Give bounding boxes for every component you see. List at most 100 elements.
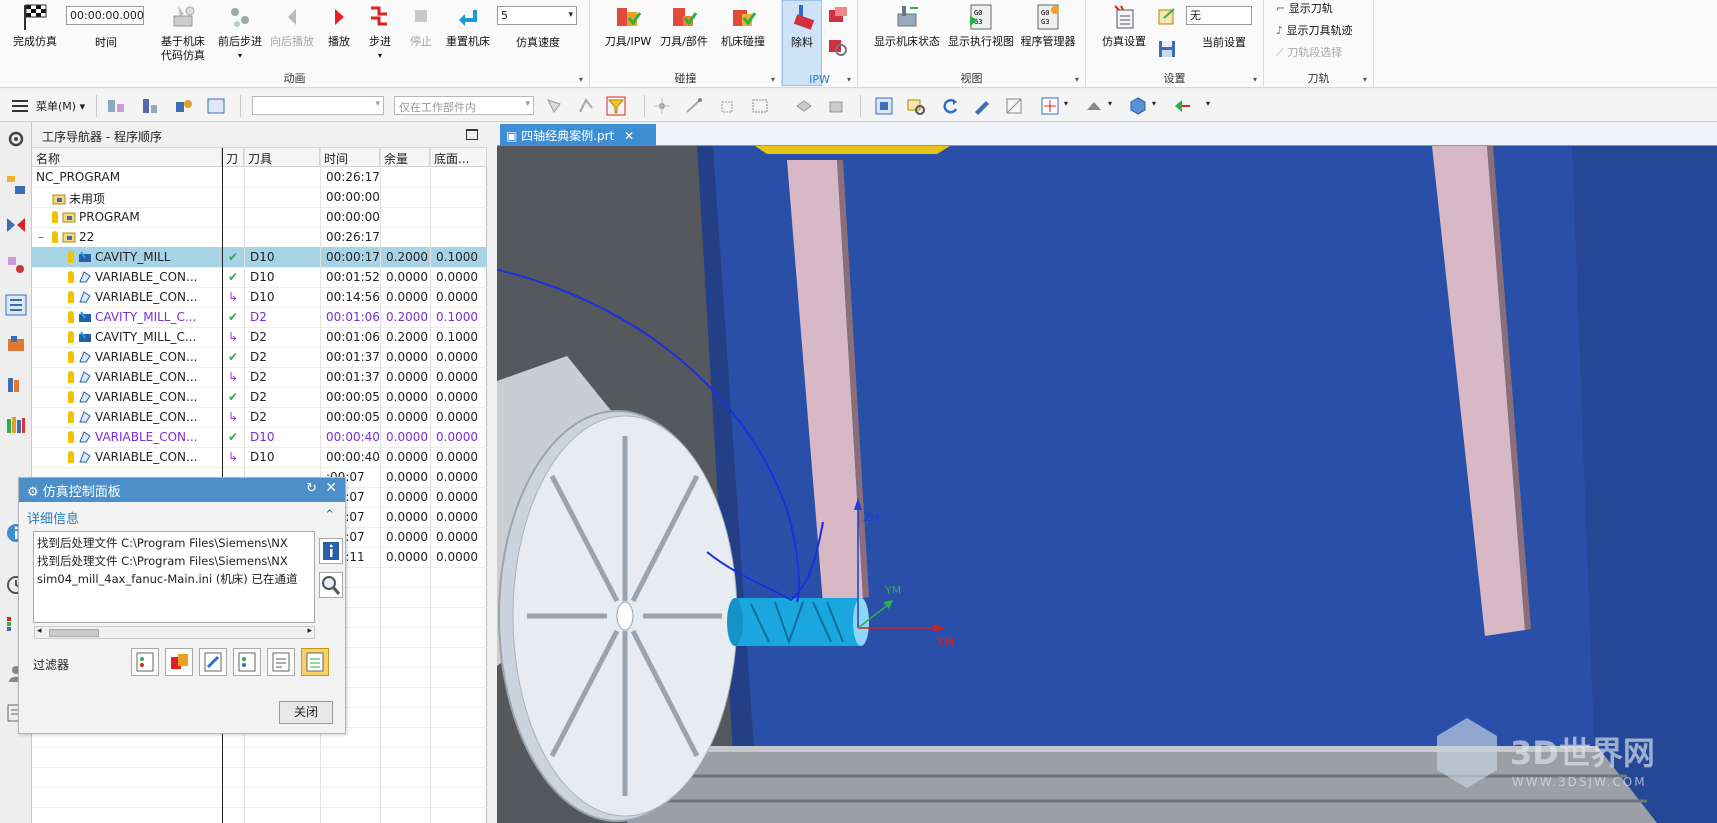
library-icon[interactable] xyxy=(5,374,27,396)
snap-point-icon[interactable] xyxy=(652,96,672,116)
tool-part-button[interactable]: 刀具/部件 xyxy=(658,2,710,49)
geometry-view-icon[interactable] xyxy=(140,96,160,116)
save-icon[interactable] xyxy=(1156,38,1178,60)
col-header-floor[interactable]: 底面... xyxy=(430,148,487,167)
wire-cube-icon[interactable] xyxy=(718,96,738,116)
sim-message-log[interactable]: 找到后处理文件 C:\Program Files\Siemens\NX 找到后处… xyxy=(33,531,315,623)
type-filter-select[interactable]: ▾ xyxy=(252,96,384,115)
render-style-icon[interactable] xyxy=(1084,96,1104,116)
close-icon[interactable]: ✕ xyxy=(325,480,337,496)
graphics-window[interactable]: ZM YM XM 3D世界网 WWW.3DSJW.COM xyxy=(497,146,1717,823)
orient-view-dropdown[interactable]: ▾ xyxy=(1064,99,1068,108)
program-manager-button[interactable]: G0 G3 程序管理器 xyxy=(1018,2,1078,49)
group-collision-more[interactable]: ▾ xyxy=(771,75,775,84)
program-view-icon[interactable] xyxy=(206,96,226,116)
chevron-up-icon[interactable]: ⌃ xyxy=(324,508,335,523)
filter-all-button[interactable] xyxy=(301,648,329,676)
gear-icon[interactable] xyxy=(5,128,27,150)
col-header-time[interactable]: 时间 xyxy=(320,148,380,167)
csys-icon[interactable] xyxy=(1172,96,1192,116)
table-row[interactable]: VARIABLE_CON... ↳ D2 00:00:05 0.0000 0.0000 xyxy=(32,407,487,427)
scroll-left-icon[interactable]: ◂ xyxy=(37,626,42,636)
table-row[interactable]: VARIABLE_CON... ✔ D10 00:01:52 0.0000 0.0000 xyxy=(32,267,487,287)
close-icon[interactable]: ✕ xyxy=(624,129,634,143)
step-dropdown[interactable]: ▾ xyxy=(364,49,396,63)
snap-end-icon[interactable] xyxy=(684,96,704,116)
filter-funnel-icon[interactable] xyxy=(606,96,626,116)
step-button[interactable]: 步进 ▾ xyxy=(364,2,396,63)
machine-scene[interactable]: ZM YM XM 3D世界网 WWW.3DSJW.COM xyxy=(497,146,1717,823)
collapse-icon[interactable]: – xyxy=(38,230,44,244)
orient-view-icon[interactable] xyxy=(1040,96,1060,116)
col-header-tool[interactable]: 刀具 xyxy=(244,148,320,167)
group-settings-more[interactable]: ▾ xyxy=(1253,75,1257,84)
time-field[interactable]: 00:00:00.000 xyxy=(66,6,144,25)
sim-settings-button[interactable]: 仿真设置 xyxy=(1098,2,1150,49)
machine-collision-button[interactable]: 机床碰撞 xyxy=(714,2,772,49)
search-button[interactable] xyxy=(319,572,343,598)
current-setting-field[interactable]: 无 xyxy=(1186,6,1252,25)
back-play-button[interactable]: 向后播放 xyxy=(268,2,316,49)
table-row[interactable]: NC_PROGRAM 00:26:17 xyxy=(32,167,487,187)
toolpath-select-button[interactable]: ⟋ 刀轨段选择 xyxy=(1276,44,1342,60)
table-row[interactable]: VARIABLE_CON... ✔ D2 00:00:05 0.0000 0.0000 xyxy=(32,387,487,407)
play-button[interactable]: 播放 xyxy=(324,2,354,49)
method-view-icon[interactable] xyxy=(174,96,194,116)
speed-select[interactable]: 5 ▾ xyxy=(497,6,577,25)
csys-dropdown[interactable]: ▾ xyxy=(1206,99,1210,108)
filter-nc-button[interactable] xyxy=(267,648,295,676)
constraint-navigator-icon[interactable] xyxy=(5,214,27,236)
step-fwd-back-button[interactable]: 前后步进 ▾ xyxy=(216,2,264,63)
assembly-navigator-icon[interactable] xyxy=(5,174,27,196)
table-row[interactable]: – 22 00:26:17 xyxy=(32,227,487,247)
filter-collision-button[interactable] xyxy=(165,648,193,676)
table-row[interactable]: CAVITY_MILL ✔ D10 00:00:17 0.2000 0.1000 xyxy=(32,247,487,267)
books-icon[interactable] xyxy=(5,414,27,436)
table-row[interactable]: VARIABLE_CON... ↳ D2 00:01:37 0.0000 0.0000 xyxy=(32,367,487,387)
ipw-color-icon[interactable] xyxy=(827,4,849,26)
group-view-more[interactable]: ▾ xyxy=(1075,75,1079,84)
filter-machine-button[interactable] xyxy=(131,648,159,676)
col-header-name[interactable]: 名称 xyxy=(32,148,222,167)
close-button[interactable]: 关闭 xyxy=(279,701,333,724)
select-curve-icon[interactable] xyxy=(576,96,596,116)
menu-icon[interactable] xyxy=(10,96,30,116)
horizontal-scrollbar[interactable]: ◂ ▸ xyxy=(34,626,315,639)
scroll-right-icon[interactable]: ▸ xyxy=(307,626,312,636)
settings-edit-icon[interactable] xyxy=(1156,6,1178,28)
view-cube-icon[interactable] xyxy=(1128,96,1148,116)
filter-program-button[interactable] xyxy=(233,648,261,676)
group-animation-more[interactable]: ▾ xyxy=(579,75,583,84)
finish-simulation-button[interactable]: 完成仿真 xyxy=(8,2,62,49)
part-navigator-icon[interactable] xyxy=(5,254,27,276)
operation-navigator-icon[interactable] xyxy=(5,294,27,316)
solid-body-icon[interactable] xyxy=(826,96,846,116)
ipw-inspect-icon[interactable] xyxy=(827,36,849,58)
stop-button[interactable]: 停止 xyxy=(406,2,436,49)
info-button[interactable] xyxy=(319,538,343,564)
scroll-thumb[interactable] xyxy=(49,629,99,637)
table-row[interactable]: 未用项 00:00:00 xyxy=(32,187,487,207)
scope-filter-select[interactable]: 仅在工作部件内 ▾ xyxy=(394,96,534,115)
table-row[interactable]: VARIABLE_CON... ✔ D2 00:01:37 0.0000 0.0000 xyxy=(32,347,487,367)
table-row[interactable]: VARIABLE_CON... ↳ D10 00:00:40 0.0000 0.0000 xyxy=(32,447,487,467)
table-row[interactable]: VARIABLE_CON... ↳ D10 00:14:56 0.0000 0.0000 xyxy=(32,287,487,307)
filter-tool-button[interactable] xyxy=(199,648,227,676)
pan-icon[interactable] xyxy=(972,96,992,116)
group-toolpath-more[interactable]: ▾ xyxy=(1363,75,1367,84)
show-exec-view-button[interactable]: G0 G3 显示执行视图 xyxy=(946,2,1016,49)
sim-detail-section[interactable]: 详细信息 xyxy=(27,508,79,527)
tool-ipw-button[interactable]: 刀具/IPW xyxy=(602,2,654,49)
shaded-face-icon[interactable] xyxy=(794,96,814,116)
box-select-icon[interactable] xyxy=(750,96,770,116)
sim-panel-titlebar[interactable]: ⚙ 仿真控制面板 ↻ ✕ xyxy=(19,478,345,502)
machine-navigator-icon[interactable] xyxy=(5,334,27,356)
reset-icon[interactable]: ↻ xyxy=(306,481,317,496)
zoom-area-icon[interactable] xyxy=(906,96,926,116)
machine-code-sim-button[interactable]: 基于机床 代码仿真 xyxy=(152,2,214,63)
part-file-tab[interactable]: ▣ 四轴经典案例.prt ✕ xyxy=(500,124,656,146)
render-style-dropdown[interactable]: ▾ xyxy=(1108,99,1112,108)
col-header-stock[interactable]: 余量 xyxy=(380,148,430,167)
view-cube-dropdown[interactable]: ▾ xyxy=(1152,99,1156,108)
fit-view-icon[interactable] xyxy=(874,96,894,116)
